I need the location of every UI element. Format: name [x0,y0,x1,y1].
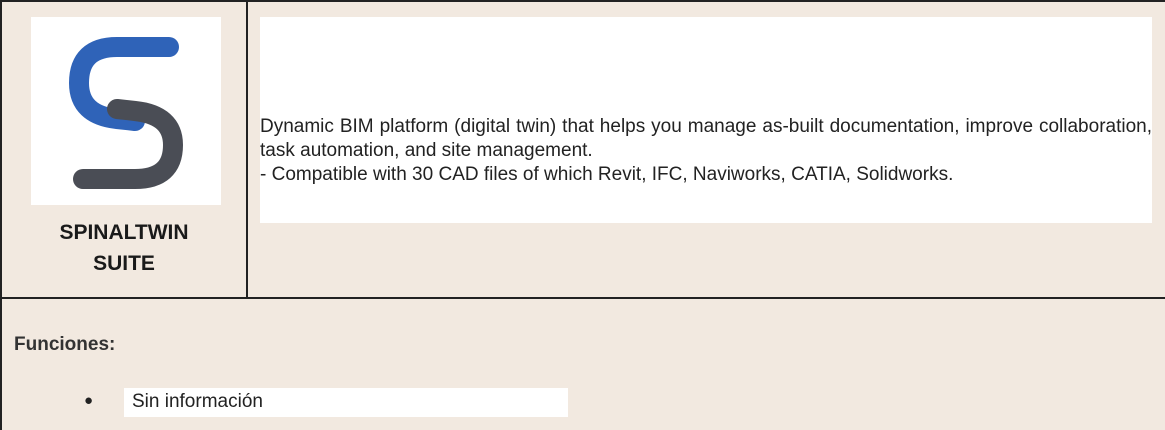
list-item: Sin información [132,391,263,412]
product-table: SPINALTWIN SUITE Dynamic BIM platform (d… [0,0,1165,430]
functions-heading: Funciones: [14,334,116,355]
product-name: SPINALTWIN SUITE [2,217,246,279]
bullet-icon: ● [84,392,94,409]
product-info-row: SPINALTWIN SUITE Dynamic BIM platform (d… [2,2,1165,299]
product-logo [31,17,221,205]
product-identity-cell: SPINALTWIN SUITE [2,2,248,297]
spinaltwin-logo-icon [69,37,183,189]
product-name-line1: SPINALTWIN [59,221,189,244]
product-description: Dynamic BIM platform (digital twin) that… [260,115,1152,187]
compatibility-paragraph: - Compatible with 30 CAD files of which … [260,164,954,185]
product-name-line2: SUITE [93,252,155,275]
product-description-cell: Dynamic BIM platform (digital twin) that… [248,2,1165,297]
description-paragraph: Dynamic BIM platform (digital twin) that… [260,116,1152,161]
